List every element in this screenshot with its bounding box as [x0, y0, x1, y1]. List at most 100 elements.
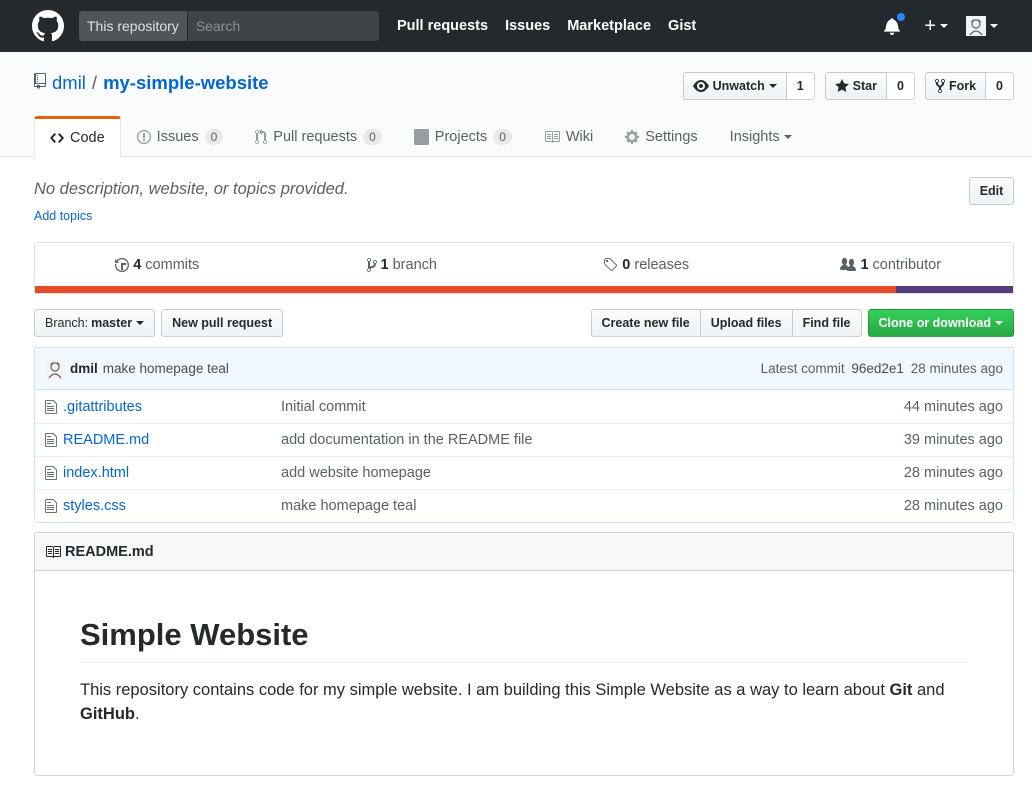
releases-count: 0	[622, 256, 631, 273]
tab-label: Wiki	[565, 128, 594, 145]
branch-count: 1	[380, 256, 389, 273]
file-button-group: Create new file Upload files Find file	[590, 309, 862, 337]
plus-icon: +	[924, 14, 936, 37]
forks-count[interactable]: 0	[986, 72, 1014, 100]
readme-text-and: and	[912, 681, 945, 699]
watchers-count[interactable]: 1	[786, 72, 815, 100]
star-label: Star	[852, 79, 877, 93]
branch-prefix: Branch:	[45, 316, 89, 330]
file-icon	[45, 432, 57, 448]
repo-icon	[34, 72, 46, 94]
contributor-label: contributor	[872, 256, 942, 273]
readme-text: This repository contains code for my sim…	[80, 681, 890, 699]
file-name-link[interactable]: styles.css	[63, 498, 281, 514]
chevron-down-icon	[995, 321, 1003, 325]
top-header: This repository Pull requests Issues Mar…	[0, 0, 1032, 52]
commit-author-link[interactable]: dmil	[70, 361, 98, 376]
repo-description: No description, website, or topics provi…	[34, 180, 349, 198]
tab-wiki[interactable]: Wiki	[528, 116, 609, 156]
star-button[interactable]: Star	[824, 72, 887, 100]
tab-label: Issues	[156, 128, 199, 145]
file-icon	[45, 498, 57, 514]
file-name-link[interactable]: index.html	[63, 465, 281, 481]
nav-gist[interactable]: Gist	[668, 18, 696, 34]
create-new-file-button[interactable]: Create new file	[590, 309, 701, 337]
file-commit-message-link[interactable]: Initial commit	[281, 399, 904, 415]
fork-icon	[934, 78, 945, 94]
commit-tease: dmil make homepage teal Latest commit 96…	[35, 348, 1013, 390]
commit-age: 28 minutes ago	[910, 361, 1003, 376]
file-age: 39 minutes ago	[903, 432, 1003, 448]
git-branch-icon	[366, 257, 377, 272]
commit-message-link[interactable]: make homepage teal	[103, 361, 229, 376]
tag-icon	[604, 257, 618, 271]
user-menu[interactable]	[966, 16, 998, 36]
github-logo-icon[interactable]	[32, 10, 64, 42]
tab-projects[interactable]: Projects 0	[398, 116, 528, 156]
project-icon	[413, 128, 429, 145]
unwatch-button[interactable]: Unwatch	[682, 72, 787, 100]
readme-header: README.md	[35, 533, 1013, 571]
edit-description-button[interactable]: Edit	[969, 177, 1014, 205]
nav-marketplace[interactable]: Marketplace	[567, 18, 651, 34]
nav-pull-requests[interactable]: Pull requests	[397, 18, 488, 34]
file-commit-message-link[interactable]: make homepage teal	[281, 498, 904, 514]
notifications-bell-icon[interactable]	[884, 12, 907, 35]
search-scope-label: This repository	[79, 11, 188, 41]
search-box: This repository	[79, 11, 379, 41]
projects-counter: 0	[493, 128, 512, 145]
tab-code[interactable]: Code	[34, 116, 121, 157]
readme-text-period: .	[135, 705, 140, 723]
tab-insights[interactable]: Insights	[714, 116, 808, 156]
add-topics-link[interactable]: Add topics	[34, 209, 92, 223]
top-nav: Pull requests Issues Marketplace Gist	[397, 18, 713, 34]
chevron-down-icon	[940, 24, 948, 28]
file-age: 28 minutes ago	[903, 465, 1003, 481]
branch-select-button[interactable]: Branch: master	[34, 309, 156, 337]
search-input[interactable]	[187, 11, 379, 41]
fork-group: Fork 0	[924, 72, 1014, 100]
file-list: .gitattributes Initial commit 44 minutes…	[35, 390, 1013, 522]
language-css-segment	[895, 286, 1013, 293]
chevron-down-icon	[990, 24, 998, 28]
fork-button[interactable]: Fork	[924, 72, 987, 100]
tab-settings[interactable]: Settings	[609, 116, 713, 156]
branch-name: master	[91, 316, 133, 330]
file-wrap: dmil make homepage teal Latest commit 96…	[34, 347, 1014, 523]
file-age: 44 minutes ago	[903, 398, 1003, 415]
repo-actions: Unwatch 1 Star 0 Fork 0	[673, 72, 1014, 100]
latest-commit-info: Latest commit 96ed2e1 28 minutes ago	[761, 361, 1003, 376]
readme-heading: Simple Website	[80, 617, 968, 663]
commit-sha-link[interactable]: 96ed2e1	[851, 361, 904, 376]
tab-label: Code	[70, 130, 105, 146]
nav-issues[interactable]: Issues	[505, 18, 550, 34]
branches-link[interactable]: 1 branch	[280, 243, 525, 286]
repo-name-link[interactable]: my-simple-website	[103, 72, 269, 94]
upload-files-button[interactable]: Upload files	[700, 309, 793, 337]
file-commit-message-link[interactable]: add documentation in the README file	[281, 432, 904, 448]
create-new-menu[interactable]: +	[924, 15, 948, 38]
commits-link[interactable]: 4 commits	[35, 243, 280, 286]
file-name-link[interactable]: .gitattributes	[63, 399, 281, 415]
releases-link[interactable]: 0 releases	[524, 243, 769, 286]
file-commit-message-link[interactable]: add website homepage	[281, 465, 904, 481]
find-file-button[interactable]: Find file	[792, 309, 862, 337]
avatar[interactable]	[45, 358, 65, 379]
clone-or-download-button[interactable]: Clone or download	[867, 309, 1014, 337]
commits-label: commits	[145, 256, 200, 273]
new-pull-request-button[interactable]: New pull request	[161, 309, 284, 337]
repo-header: dmil / my-simple-website Unwatch 1 Star …	[0, 52, 1032, 157]
gear-icon	[625, 129, 640, 144]
language-bar[interactable]	[35, 286, 1013, 293]
contributors-link[interactable]: 1 contributor	[769, 243, 1014, 286]
stars-count[interactable]: 0	[887, 72, 915, 100]
latest-commit-label: Latest commit	[760, 361, 845, 376]
tab-pull-requests[interactable]: Pull requests 0	[239, 116, 398, 156]
pull-requests-counter: 0	[363, 128, 382, 145]
file-row: index.html add website homepage 28 minut…	[35, 456, 1013, 489]
repo-tabs: Code Issues 0 Pull requests 0 Projects 0…	[34, 116, 808, 157]
tab-issues[interactable]: Issues 0	[121, 116, 240, 156]
chevron-down-icon	[768, 84, 777, 88]
file-name-link[interactable]: README.md	[63, 432, 281, 448]
repo-owner-link[interactable]: dmil	[52, 72, 86, 94]
